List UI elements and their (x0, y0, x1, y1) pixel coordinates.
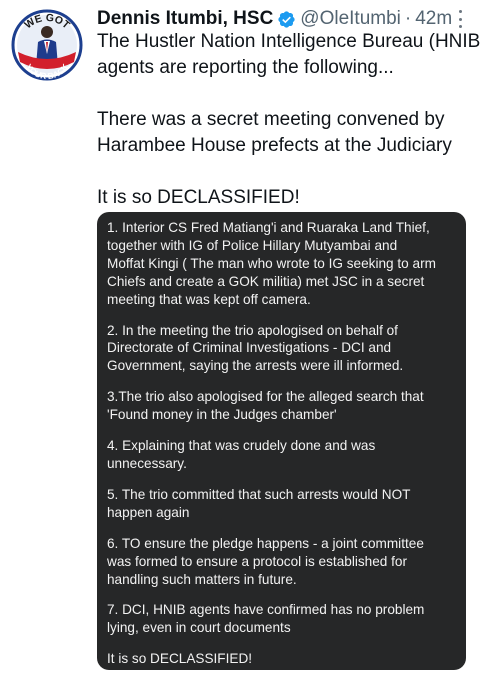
image-paragraph: 7. DCI, HNIB agents have confirmed has n… (107, 602, 425, 636)
tweet-text-line: There was a secret meeting convened by (97, 109, 445, 130)
tweet-media-image[interactable]: 1. Interior CS Fred Matiang'i and Ruarak… (97, 212, 466, 670)
tweet: WE GOT YOUR BACK Dennis Itumbi, HSC @Ole… (0, 0, 480, 681)
image-paragraph: 6. TO ensure the pledge happens - a join… (107, 535, 424, 587)
author-handle[interactable]: @OleItumbi (300, 7, 401, 31)
separator: · (404, 8, 412, 29)
author-name[interactable]: Dennis Itumbi, HSC (97, 7, 273, 31)
image-paragraph: 5. The trio committed that such arrests … (107, 486, 411, 520)
tweet-text-line: Harambee House prefects at the Judiciary (97, 135, 452, 156)
image-paragraph: 4. Explaining that was crudely done and … (107, 438, 376, 471)
tweet-text: The Hustler Nation Intelligence Bureau (… (97, 29, 480, 211)
image-paragraph: 1. Interior CS Fred Matiang'i and Ruarak… (107, 220, 436, 307)
image-text: 1. Interior CS Fred Matiang'i and Ruarak… (107, 219, 460, 670)
tweet-text-line: The Hustler Nation Intelligence Bureau (… (97, 31, 480, 52)
author-avatar[interactable]: WE GOT YOUR BACK (10, 8, 84, 82)
image-closing-line: It is so DECLASSIFIED! (107, 651, 253, 667)
tweet-timestamp[interactable]: 42m (415, 7, 452, 31)
verified-badge-icon (277, 10, 296, 29)
image-paragraph: 2. In the meeting the trio apologised on… (107, 322, 404, 374)
tweet-text-line: agents are reporting the following... (97, 57, 394, 78)
tweet-text-line: It is so DECLASSIFIED! (97, 187, 300, 208)
image-paragraph: 3.The trio also apologised for the alleg… (107, 389, 424, 423)
more-options-icon[interactable] (454, 8, 466, 30)
avatar-image: WE GOT YOUR BACK (10, 8, 84, 82)
